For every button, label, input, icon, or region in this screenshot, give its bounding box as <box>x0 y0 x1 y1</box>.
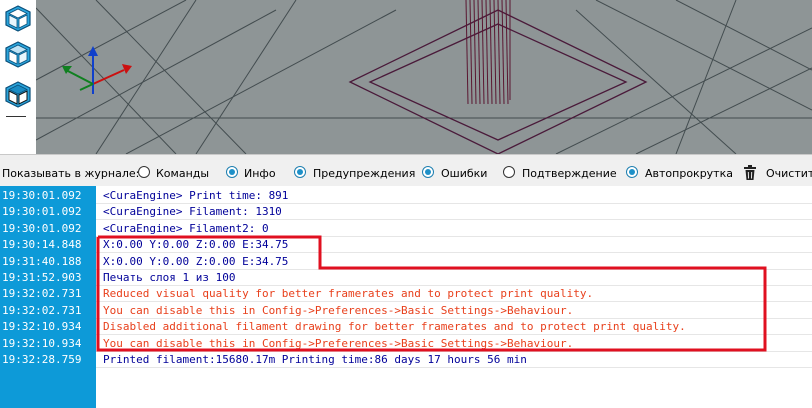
filter-ack-radio[interactable] <box>503 166 515 178</box>
filter-errors-radio[interactable] <box>422 166 434 178</box>
log-row[interactable]: 19:32:10.934 You can disable this in Conf… <box>0 335 812 351</box>
filter-ack-label[interactable]: Подтверждение <box>522 167 617 180</box>
filter-info-label[interactable]: Инфо <box>244 167 276 180</box>
filter-info-radio[interactable] <box>226 166 238 178</box>
log-row[interactable]: 19:30:01.092 <CuraEngine> Filament: 1310 <box>0 203 812 219</box>
axes-gizmo-icon <box>62 46 132 94</box>
log-timestamp: 19:30:14.848 <box>2 238 82 252</box>
log-filter-bar: Показывать в журнале: Команды Инфо Преду… <box>0 160 812 186</box>
log-row[interactable]: 19:32:02.731 Reduced visual quality for b… <box>0 285 812 301</box>
clear-log-button[interactable]: Очистить <box>766 167 812 180</box>
log-row[interactable]: 19:30:01.092 <CuraEngine> Print time: 891 <box>0 187 812 203</box>
log-timestamp: 19:31:52.903 <box>2 271 82 284</box>
log-warning-message: You can disable this in Config->Preferen… <box>103 303 574 317</box>
log-panel[interactable]: 19:30:01.092 <CuraEngine> Print time: 891… <box>0 186 812 408</box>
log-row[interactable]: 19:31:40.188 X:0.00 Y:0.00 Z:0.00 E:34.75 <box>0 253 812 269</box>
log-warning-message: Reduced visual quality for better framer… <box>103 287 594 301</box>
filter-bar-label: Показывать в журнале: <box>2 167 140 180</box>
view-wire-cube-icon[interactable] <box>2 78 34 110</box>
log-warning-message: You can disable this in Config->Preferen… <box>103 336 574 350</box>
filter-commands-radio[interactable] <box>138 166 150 178</box>
autoscroll-label[interactable]: Автопрокрутка <box>645 167 733 180</box>
log-message: <CuraEngine> Print time: 891 <box>103 189 289 202</box>
log-message: <CuraEngine> Filament2: 0 <box>103 221 269 235</box>
log-message: Printed filament:15680.17m Printing time… <box>103 353 527 366</box>
log-timestamp: 19:32:02.731 <box>2 303 82 317</box>
log-timestamp: 19:32:10.934 <box>2 320 82 334</box>
view-iso-cube-icon[interactable] <box>2 2 34 34</box>
log-row[interactable]: 19:30:01.092 <CuraEngine> Filament2: 0 <box>0 220 812 236</box>
filter-warnings-label[interactable]: Предупреждения <box>313 167 415 180</box>
filter-errors-label[interactable]: Ошибки <box>441 167 487 180</box>
log-timestamp: 19:31:40.188 <box>2 254 82 268</box>
log-row[interactable]: 19:31:52.903 Печать слоя 1 из 100 <box>0 269 812 285</box>
toolbar-separator <box>6 116 26 117</box>
row-divider <box>96 366 812 368</box>
view-front-cube-icon[interactable] <box>2 38 34 70</box>
autoscroll-radio[interactable] <box>626 166 638 178</box>
log-message: <CuraEngine> Filament: 1310 <box>103 205 282 219</box>
log-warning-message: Disabled additional filament drawing for… <box>103 320 686 334</box>
log-row[interactable]: 19:30:14.848 X:0.00 Y:0.00 Z:0.00 E:34.75 <box>0 236 812 252</box>
trash-icon[interactable] <box>743 165 757 181</box>
log-message: X:0.00 Y:0.00 Z:0.00 E:34.75 <box>103 254 289 268</box>
log-timestamp: 19:30:01.092 <box>2 205 82 219</box>
log-row[interactable]: 19:32:02.731 You can disable this in Conf… <box>0 302 812 318</box>
log-timestamp: 19:30:01.092 <box>2 221 82 235</box>
log-timestamp: 19:30:01.092 <box>2 189 82 202</box>
filter-commands-label[interactable]: Команды <box>156 167 209 180</box>
log-message: X:0.00 Y:0.00 Z:0.00 E:34.75 <box>103 238 289 252</box>
log-timestamp: 19:32:28.759 <box>2 353 82 366</box>
3d-viewport[interactable] <box>36 0 812 154</box>
view-toolbar <box>0 0 36 154</box>
log-timestamp: 19:32:02.731 <box>2 287 82 301</box>
filter-warnings-radio[interactable] <box>294 166 306 178</box>
log-timestamp: 19:32:10.934 <box>2 336 82 350</box>
log-row[interactable]: 19:32:28.759 Printed filament:15680.17m P… <box>0 351 812 367</box>
log-message: Печать слоя 1 из 100 <box>103 271 236 284</box>
print-bed-scene <box>36 0 812 154</box>
log-row[interactable]: 19:32:10.934 Disabled additional filament… <box>0 318 812 334</box>
